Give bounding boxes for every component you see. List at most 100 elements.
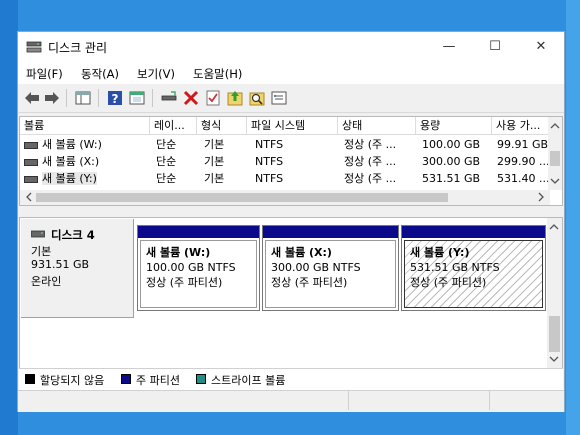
maximize-button[interactable]: ☐ (472, 32, 518, 62)
partition-name: 새 볼륨 (Y:) (410, 246, 470, 259)
status-pane (349, 391, 490, 410)
toolbar: ? (18, 84, 564, 113)
filesystem-cell: NTFS (255, 138, 284, 151)
title-bar[interactable]: 디스크 관리 — ☐ ✕ (18, 32, 564, 62)
menu-view[interactable]: 보기(V) (137, 66, 175, 82)
upload-icon[interactable] (226, 89, 244, 107)
column-header-type[interactable]: 형식 (197, 117, 247, 135)
partition-x[interactable]: 새 볼륨 (X:) 300.00 GB NTFS 정상 (주 파티션) (262, 225, 399, 311)
disk-name: 디스크 4 (51, 228, 95, 242)
disk-management-window: 디스크 관리 — ☐ ✕ 파일(F) 동작(A) 보기(V) 도움말(H) ? (17, 31, 565, 412)
filesystem-cell: NTFS (255, 172, 284, 185)
scroll-down-icon[interactable] (548, 174, 562, 188)
menu-action[interactable]: 동작(A) (81, 66, 119, 82)
close-button[interactable]: ✕ (518, 32, 564, 62)
free-space-cell: 299.90 ... (497, 155, 550, 168)
volume-list-horizontal-scrollbar[interactable] (20, 190, 550, 205)
scroll-right-icon[interactable] (534, 190, 548, 204)
legend-label-striped: 스트라이프 볼륨 (211, 374, 286, 387)
toolbar-separator (98, 89, 99, 107)
status-cell: 정상 (주 ... (344, 138, 397, 151)
scroll-thumb[interactable] (550, 151, 560, 166)
toolbar-separator (66, 89, 67, 107)
desktop-background-right (566, 0, 580, 435)
connect-icon[interactable] (160, 89, 178, 107)
column-header-free-space[interactable]: 사용 가... (492, 117, 550, 135)
volume-name: 새 볼륨 (X:) (42, 155, 100, 168)
type-cell: 기본 (204, 155, 225, 168)
scroll-left-icon[interactable] (22, 190, 36, 204)
disk-info-panel[interactable]: 디스크 4 기본 931.51 GB 온라인 (21, 219, 134, 318)
disk-view-vertical-scrollbar[interactable] (547, 218, 562, 368)
scroll-up-icon[interactable] (547, 220, 561, 234)
volume-icon (24, 141, 38, 149)
partition-y[interactable]: 새 볼륨 (Y:) 531.51 GB NTFS 정상 (주 파티션) (401, 225, 546, 311)
partition-header (402, 226, 545, 238)
properties-icon[interactable] (128, 89, 146, 107)
column-header-status[interactable]: 상태 (338, 117, 416, 135)
partition-header (138, 226, 259, 238)
volume-row-w[interactable]: 새 볼륨 (W:) 단순 기본 NTFS 정상 (주 ... 100.00 GB… (20, 136, 550, 153)
menu-help[interactable]: 도움말(H) (193, 66, 242, 82)
volume-name-cell: 새 볼륨 (W:) (20, 136, 150, 153)
volume-name-cell: 새 볼륨 (X:) (20, 153, 150, 170)
volume-name: 새 볼륨 (W:) (42, 138, 102, 151)
disk-graphical-view: 디스크 4 기본 931.51 GB 온라인 새 볼륨 (W:) 100.00 … (19, 217, 563, 387)
search-icon[interactable] (248, 89, 266, 107)
partition-size: 531.51 GB NTFS (410, 261, 500, 274)
volume-name-cell: 새 볼륨 (Y:) (20, 170, 150, 187)
minimize-button[interactable]: — (426, 32, 472, 62)
partition-size: 300.00 GB NTFS (271, 261, 361, 274)
volume-icon (24, 158, 38, 166)
volume-row-y[interactable]: 새 볼륨 (Y:) 단순 기본 NTFS 정상 (주 ... 531.51 GB… (20, 170, 550, 187)
menu-file[interactable]: 파일(F) (26, 66, 63, 82)
disk-status: 온라인 (31, 275, 62, 288)
partition-status: 정상 (주 파티션) (146, 276, 223, 289)
legend-bar: 할당되지 않음 주 파티션 스트라이프 볼륨 (19, 368, 563, 391)
status-cell: 정상 (주 ... (344, 155, 397, 168)
legend-swatch-primary (121, 374, 131, 384)
disk-management-app-icon (26, 41, 42, 53)
volume-row-x[interactable]: 새 볼륨 (X:) 단순 기본 NTFS 정상 (주 ... 300.00 GB… (20, 153, 550, 170)
volume-list: 볼륨 레이... 형식 파일 시스템 상태 용량 사용 가... 새 볼륨 (W… (19, 116, 563, 206)
forward-icon[interactable] (43, 89, 61, 107)
partition-status: 정상 (주 파티션) (271, 276, 348, 289)
scroll-thumb[interactable] (36, 193, 448, 202)
partition-name: 새 볼륨 (W:) (146, 246, 211, 259)
capacity-cell: 300.00 GB (422, 155, 481, 168)
partition-w[interactable]: 새 볼륨 (W:) 100.00 GB NTFS 정상 (주 파티션) (137, 225, 260, 311)
scroll-thumb[interactable] (549, 316, 560, 352)
capacity-cell: 100.00 GB (422, 138, 481, 151)
list-icon[interactable] (270, 89, 288, 107)
free-space-cell: 531.40 ... (497, 172, 550, 185)
status-cell: 정상 (주 ... (344, 172, 397, 185)
back-icon[interactable] (23, 89, 41, 107)
capacity-cell: 531.51 GB (422, 172, 481, 185)
scroll-up-icon[interactable] (548, 119, 562, 133)
column-header-layout[interactable]: 레이... (150, 117, 197, 135)
column-header-capacity[interactable]: 용량 (416, 117, 492, 135)
filesystem-cell: NTFS (255, 155, 284, 168)
console-tree-icon[interactable] (74, 89, 92, 107)
check-icon[interactable] (204, 89, 222, 107)
partition-body: 새 볼륨 (Y:) 531.51 GB NTFS 정상 (주 파티션) (404, 240, 543, 308)
type-cell: 기본 (204, 138, 225, 151)
column-header-filesystem[interactable]: 파일 시스템 (247, 117, 338, 135)
volume-list-vertical-scrollbar[interactable] (548, 117, 562, 190)
toolbar-separator (152, 89, 153, 107)
column-header-volume[interactable]: 볼륨 (20, 117, 150, 135)
partition-status: 정상 (주 파티션) (410, 276, 487, 289)
legend-swatch-unallocated (25, 374, 35, 384)
legend-label-unallocated: 할당되지 않음 (40, 374, 105, 387)
volume-icon (24, 175, 38, 183)
partition-size: 100.00 GB NTFS (146, 261, 236, 274)
free-space-cell: 99.91 GB (497, 138, 549, 151)
scroll-down-icon[interactable] (547, 352, 561, 366)
partition-body: 새 볼륨 (X:) 300.00 GB NTFS 정상 (주 파티션) (265, 240, 396, 308)
layout-cell: 단순 (156, 138, 177, 151)
layout-cell: 단순 (156, 155, 177, 168)
help-icon[interactable]: ? (106, 89, 124, 107)
svg-text:?: ? (112, 92, 119, 106)
delete-icon[interactable] (182, 89, 200, 107)
legend-label-primary: 주 파티션 (136, 374, 180, 387)
